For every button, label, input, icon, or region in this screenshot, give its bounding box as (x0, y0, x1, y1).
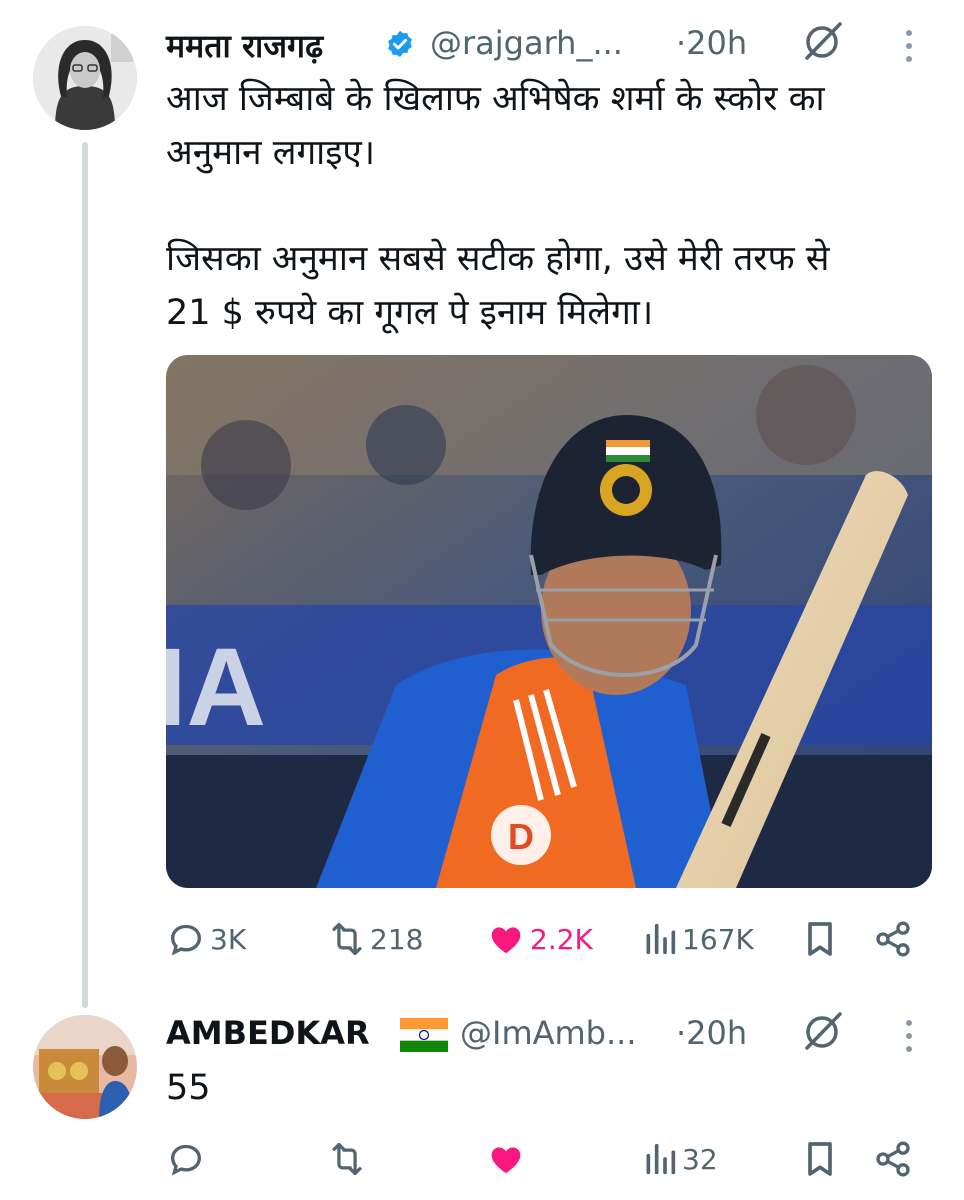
tweet-text-line-4: 21 $ रुपये का गूगल पे इनाम मिलेगा। (166, 293, 654, 333)
repost-icon (332, 1142, 362, 1176)
reply-count: 3K (210, 922, 247, 956)
reply-button[interactable]: 3K (166, 919, 246, 959)
author-avatar[interactable] (33, 26, 137, 130)
reply-views-button[interactable]: 32 (642, 1139, 718, 1179)
tweet-text-line-2: अनुमान लगाइए। (166, 133, 376, 173)
like-icon (491, 1147, 521, 1174)
repost-button[interactable]: 218 (326, 919, 423, 959)
tweet-text-line-3: जिसका अनुमान सबसे सटीक होगा, उसे मेरी तर… (166, 239, 830, 279)
bookmark-icon[interactable] (802, 1139, 838, 1179)
tweet-text-line-1: आज जिम्बाबे के खिलाफ अभिषेक शर्मा के स्क… (166, 79, 825, 119)
more-icon[interactable] (906, 30, 912, 62)
reply-avatar-image (33, 1015, 137, 1119)
author-avatar-image (33, 26, 137, 130)
more-icon[interactable] (906, 1020, 912, 1052)
author-handle[interactable]: @rajgarh_... (430, 24, 623, 62)
thread-connector (82, 142, 88, 1008)
india-flag-icon (400, 1018, 448, 1052)
reply-text: 55 (166, 1068, 211, 1108)
share-icon[interactable] (873, 919, 913, 959)
views-icon (646, 1143, 676, 1175)
reply-like-button[interactable] (486, 1139, 526, 1179)
banner-text: IA (166, 626, 266, 749)
bookmark-icon[interactable] (802, 919, 838, 959)
reply-views-count: 32 (682, 1142, 718, 1176)
repost-icon (332, 922, 362, 956)
jersey-logo-text: D (508, 816, 534, 857)
repost-count: 218 (370, 922, 424, 956)
reply-reply-button[interactable] (166, 1139, 206, 1179)
cricket-player-photo: IA D (166, 355, 932, 888)
reply-time[interactable]: ·20h (676, 1014, 747, 1052)
grok-icon[interactable] (800, 18, 846, 64)
share-icon[interactable] (873, 1139, 913, 1179)
like-count: 2.2K (530, 922, 593, 956)
reply-icon (170, 924, 202, 956)
reply-icon (170, 1144, 202, 1176)
reply-author-handle[interactable]: @ImAmb... (460, 1014, 637, 1052)
views-count: 167K (682, 922, 754, 956)
tweet-time[interactable]: ·20h (676, 24, 747, 62)
views-button[interactable]: 167K (642, 919, 754, 959)
grok-icon[interactable] (800, 1008, 846, 1054)
reply-author-avatar[interactable] (33, 1015, 137, 1119)
reply-repost-button[interactable] (326, 1139, 368, 1179)
author-name[interactable]: ममता राजगढ़ (166, 24, 323, 67)
like-button[interactable]: 2.2K (486, 919, 593, 959)
reply-author-name[interactable]: AMBEDKAR (166, 1014, 370, 1052)
like-icon (491, 927, 521, 954)
views-icon (646, 923, 676, 955)
tweet-media-image[interactable]: IA D (166, 355, 932, 888)
verified-badge-icon (388, 30, 412, 58)
